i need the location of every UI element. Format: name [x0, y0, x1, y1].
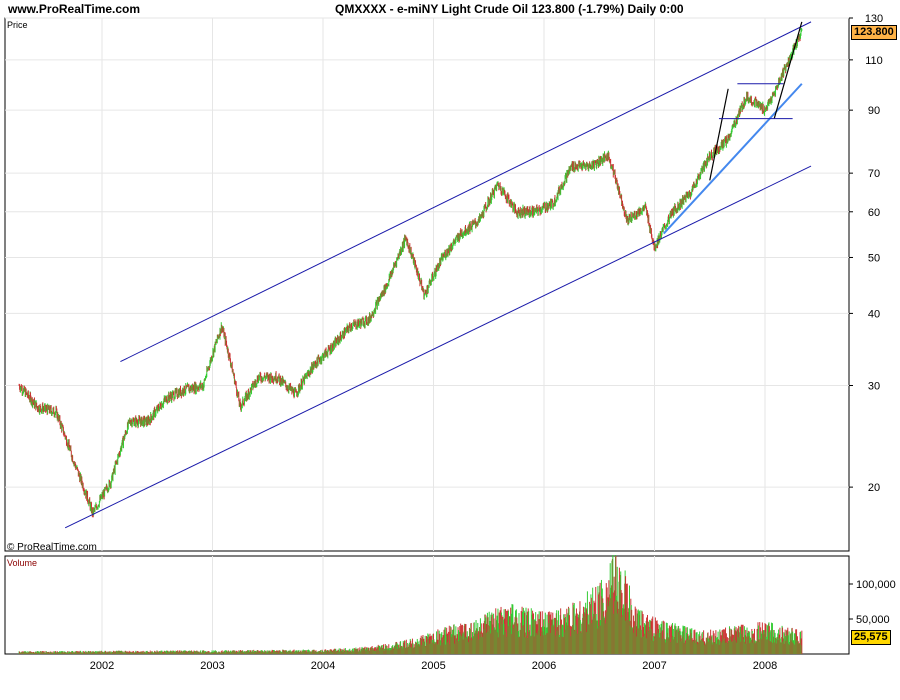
x-tick-label: 2008: [753, 660, 777, 672]
last-volume-tag: 25,575: [851, 630, 891, 645]
volume-y-tick-label: 100,000: [856, 579, 896, 591]
volume-panel-label: Volume: [7, 558, 38, 568]
y-tick-label: 30: [868, 380, 880, 392]
y-tick-label: 110: [865, 55, 883, 67]
x-tick-label: 2005: [421, 660, 445, 672]
volume-y-tick-label: 50,000: [856, 614, 890, 626]
y-tick-label: 40: [868, 308, 880, 320]
copyright-label: © ProRealTime.com: [7, 542, 97, 553]
y-tick-label: 50: [868, 252, 880, 264]
last-price-tag: 123.800: [851, 25, 897, 40]
x-tick-label: 2003: [200, 660, 224, 672]
x-tick-label: 2002: [90, 660, 114, 672]
y-tick-label: 130: [865, 13, 883, 25]
x-tick-label: 2007: [642, 660, 666, 672]
x-tick-label: 2004: [311, 660, 335, 672]
y-tick-label: 60: [868, 207, 880, 219]
price-panel: [4, 17, 850, 552]
x-tick-label: 2006: [532, 660, 556, 672]
y-tick-label: 20: [868, 482, 880, 494]
y-tick-label: 90: [868, 105, 880, 117]
y-tick-label: 70: [868, 168, 880, 180]
chart-canvas: 2002 2003 2004 2005 2006 2007 2008 20 30 40 50 60 70…: [4, 13, 896, 672]
price-panel-label: Price: [7, 20, 28, 30]
